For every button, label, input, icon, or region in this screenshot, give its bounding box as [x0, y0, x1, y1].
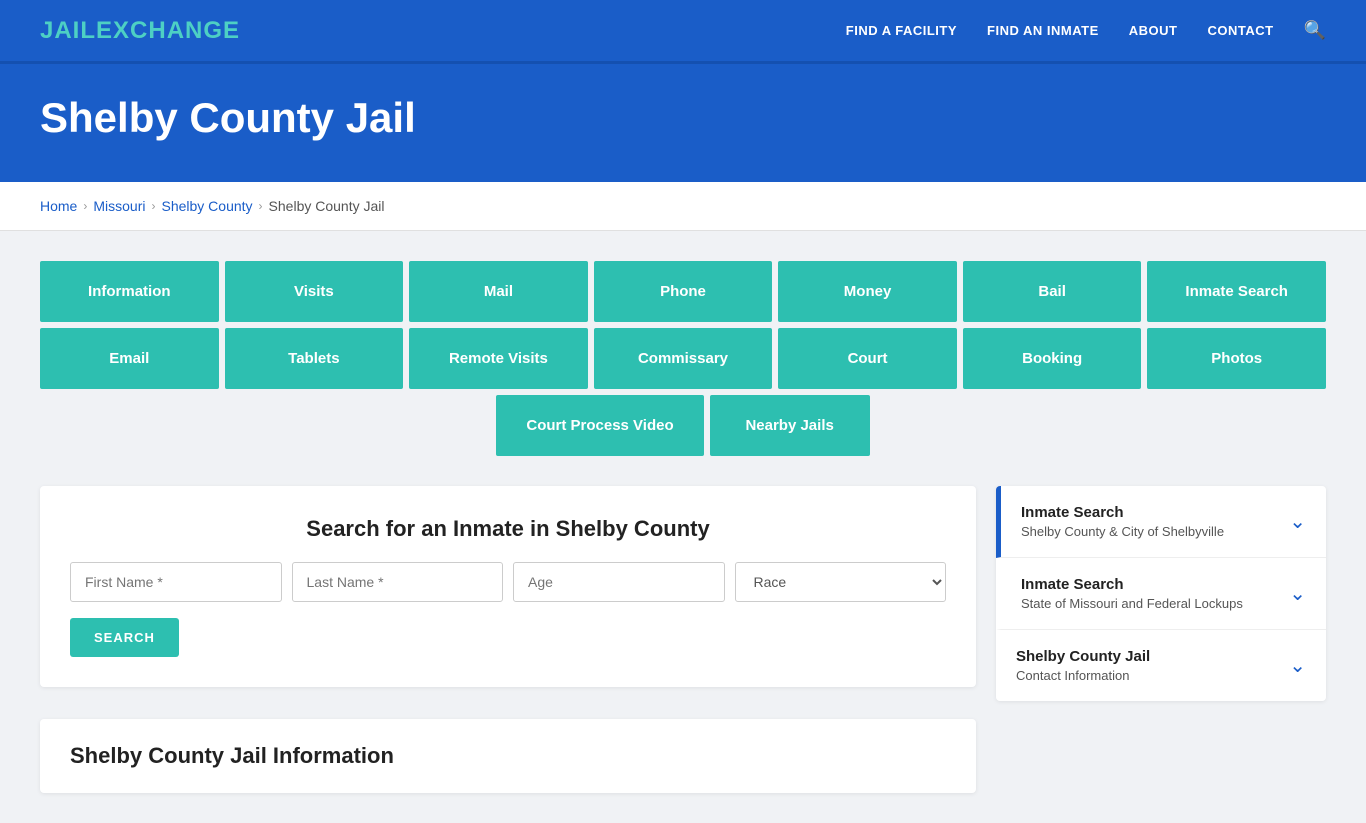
- nav-about[interactable]: ABOUT: [1129, 23, 1178, 38]
- btn-court-process-video[interactable]: Court Process Video: [496, 395, 703, 456]
- chevron-down-icon-3: ⌄: [1289, 653, 1306, 678]
- sidebar-item-3-text: Shelby County Jail Contact Information: [1016, 648, 1150, 683]
- hero-section: Shelby County Jail: [0, 64, 1366, 182]
- search-title: Search for an Inmate in Shelby County: [70, 516, 946, 542]
- sidebar-item-2-text: Inmate Search State of Missouri and Fede…: [1021, 576, 1243, 611]
- btn-phone[interactable]: Phone: [594, 261, 773, 322]
- sidebar-item-1[interactable]: Inmate Search Shelby County & City of Sh…: [996, 486, 1326, 558]
- logo-jail: JAIL: [40, 17, 96, 44]
- main-area: Information Visits Mail Phone Money Bail…: [0, 231, 1366, 823]
- nav-links: FIND A FACILITY FIND AN INMATE ABOUT CON…: [846, 20, 1326, 41]
- breadcrumb-chevron-1: ›: [83, 199, 87, 213]
- logo-exchange: EXCHANGE: [96, 17, 240, 44]
- breadcrumb-current: Shelby County Jail: [269, 198, 385, 214]
- grid-row-1: Information Visits Mail Phone Money Bail…: [40, 261, 1326, 322]
- btn-inmate-search[interactable]: Inmate Search: [1147, 261, 1326, 322]
- btn-remote-visits[interactable]: Remote Visits: [409, 328, 588, 389]
- breadcrumb-chevron-2: ›: [151, 199, 155, 213]
- nav-find-inmate[interactable]: FIND AN INMATE: [987, 23, 1099, 38]
- btn-tablets[interactable]: Tablets: [225, 328, 404, 389]
- breadcrumb-shelby-county[interactable]: Shelby County: [161, 198, 252, 214]
- search-panel: Search for an Inmate in Shelby County Ra…: [40, 486, 976, 687]
- sidebar-item-2-title: Inmate Search: [1021, 576, 1243, 593]
- btn-information[interactable]: Information: [40, 261, 219, 322]
- search-fields: Race White Black Hispanic Asian Other: [70, 562, 946, 602]
- chevron-down-icon-1: ⌄: [1289, 509, 1306, 534]
- sidebar: Inmate Search Shelby County & City of Sh…: [996, 486, 1326, 701]
- btn-photos[interactable]: Photos: [1147, 328, 1326, 389]
- left-column: Search for an Inmate in Shelby County Ra…: [40, 486, 976, 793]
- btn-bail[interactable]: Bail: [963, 261, 1142, 322]
- sidebar-item-3[interactable]: Shelby County Jail Contact Information ⌄: [996, 630, 1326, 701]
- lower-area: Search for an Inmate in Shelby County Ra…: [40, 486, 1326, 793]
- breadcrumb: Home › Missouri › Shelby County › Shelby…: [0, 182, 1366, 231]
- search-button[interactable]: SEARCH: [70, 618, 179, 657]
- chevron-down-icon-2: ⌄: [1289, 581, 1306, 606]
- logo[interactable]: JAILEXCHANGE: [40, 17, 240, 45]
- sidebar-item-1-subtitle: Shelby County & City of Shelbyville: [1021, 524, 1224, 539]
- grid-row-3: Court Process Video Nearby Jails: [40, 395, 1326, 456]
- btn-visits[interactable]: Visits: [225, 261, 404, 322]
- btn-mail[interactable]: Mail: [409, 261, 588, 322]
- sidebar-item-2[interactable]: Inmate Search State of Missouri and Fede…: [996, 558, 1326, 630]
- info-section: Shelby County Jail Information: [40, 719, 976, 793]
- last-name-input[interactable]: [292, 562, 504, 602]
- race-select[interactable]: Race White Black Hispanic Asian Other: [735, 562, 947, 602]
- first-name-input[interactable]: [70, 562, 282, 602]
- sidebar-item-3-subtitle: Contact Information: [1016, 668, 1150, 683]
- age-input[interactable]: [513, 562, 725, 602]
- sidebar-item-3-title: Shelby County Jail: [1016, 648, 1150, 665]
- btn-money[interactable]: Money: [778, 261, 957, 322]
- btn-email[interactable]: Email: [40, 328, 219, 389]
- breadcrumb-chevron-3: ›: [259, 199, 263, 213]
- navbar: JAILEXCHANGE FIND A FACILITY FIND AN INM…: [0, 0, 1366, 64]
- search-icon[interactable]: 🔍: [1304, 20, 1326, 41]
- breadcrumb-home[interactable]: Home: [40, 198, 77, 214]
- page-title: Shelby County Jail: [40, 94, 1326, 142]
- nav-find-facility[interactable]: FIND A FACILITY: [846, 23, 957, 38]
- sidebar-item-1-text: Inmate Search Shelby County & City of Sh…: [1021, 504, 1224, 539]
- sidebar-item-1-title: Inmate Search: [1021, 504, 1224, 521]
- btn-court[interactable]: Court: [778, 328, 957, 389]
- grid-row-2: Email Tablets Remote Visits Commissary C…: [40, 328, 1326, 389]
- info-title: Shelby County Jail Information: [70, 743, 946, 769]
- nav-contact[interactable]: CONTACT: [1207, 23, 1273, 38]
- breadcrumb-missouri[interactable]: Missouri: [93, 198, 145, 214]
- btn-nearby-jails[interactable]: Nearby Jails: [710, 395, 870, 456]
- sidebar-item-2-subtitle: State of Missouri and Federal Lockups: [1021, 596, 1243, 611]
- btn-commissary[interactable]: Commissary: [594, 328, 773, 389]
- btn-booking[interactable]: Booking: [963, 328, 1142, 389]
